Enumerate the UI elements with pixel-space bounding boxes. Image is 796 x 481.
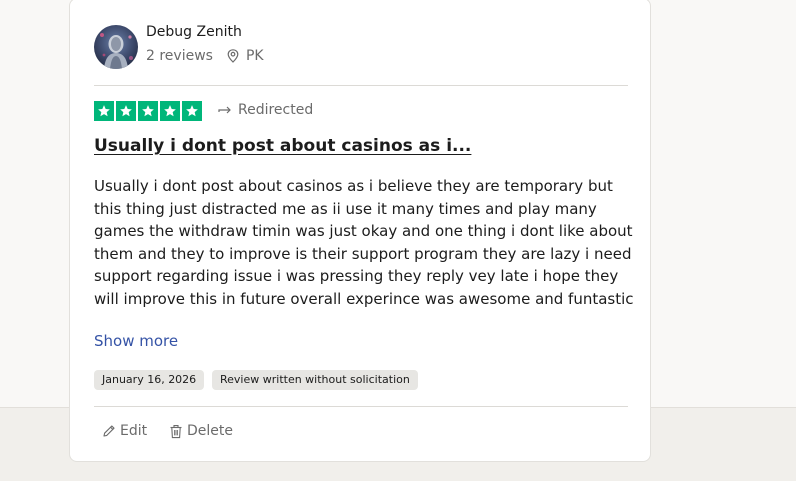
- star-icon: [94, 101, 114, 121]
- review-source-label: Redirected: [238, 102, 314, 118]
- star-icon: [160, 101, 180, 121]
- delete-label: Delete: [187, 423, 233, 439]
- reviews-count: 2 reviews: [146, 48, 213, 64]
- delete-button[interactable]: Delete: [169, 423, 233, 439]
- edit-label: Edit: [120, 423, 148, 439]
- review-title[interactable]: Usually i dont post about casinos as i..…: [94, 136, 471, 156]
- reviewer-country: PK: [245, 48, 264, 64]
- review-date-badge: January 16, 2026: [94, 370, 205, 390]
- reviewer-avatar[interactable]: [94, 25, 138, 69]
- header-divider: [94, 85, 628, 86]
- review-source[interactable]: Redirected: [218, 102, 313, 118]
- review-card: Debug Zenith 2 reviews PK Redirected Usu…: [69, 0, 651, 462]
- footer-divider: [94, 406, 628, 407]
- star-icon: [116, 101, 136, 121]
- map-pin-icon: [227, 49, 239, 63]
- show-more-link[interactable]: Show more: [94, 332, 178, 350]
- trash-icon: [170, 424, 182, 438]
- solicitation-badge: Review written without solicitation: [212, 370, 418, 390]
- reviewer-name[interactable]: Debug Zenith: [146, 24, 242, 40]
- reviewer-meta: 2 reviews PK: [146, 48, 264, 64]
- star-icon: [182, 101, 202, 121]
- reviewer-location: PK: [227, 48, 264, 64]
- star-rating: [94, 101, 202, 121]
- star-icon: [138, 101, 158, 121]
- pencil-icon: [103, 425, 115, 437]
- review-body: Usually i dont post about casinos as i b…: [94, 177, 634, 308]
- edit-button[interactable]: Edit: [102, 423, 147, 439]
- redirect-arrow-icon: [218, 106, 231, 114]
